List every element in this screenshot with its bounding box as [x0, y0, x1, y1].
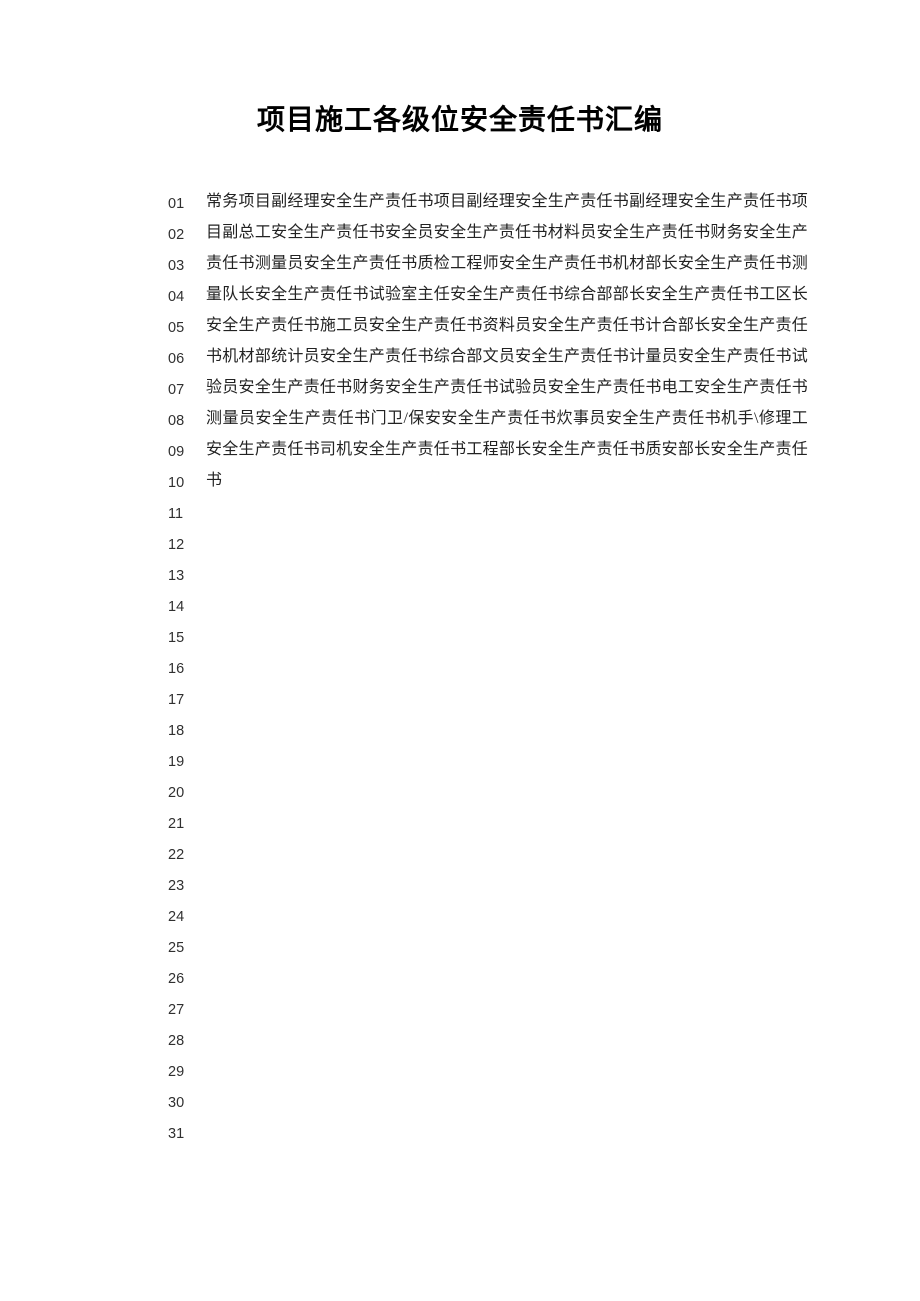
line-number: 30	[168, 1088, 196, 1119]
body-text: 常务项目副经理安全生产责任书项目副经理安全生产责任书副经理安全生产责任书项目副总…	[206, 186, 808, 496]
line-number: 26	[168, 964, 196, 995]
line-number: 21	[168, 809, 196, 840]
line-number: 20	[168, 778, 196, 809]
line-number: 15	[168, 623, 196, 654]
line-number: 03	[168, 251, 196, 282]
line-number: 24	[168, 902, 196, 933]
line-number: 18	[168, 716, 196, 747]
line-number: 14	[168, 592, 196, 623]
document-title: 项目施工各级位安全责任书汇编	[0, 98, 920, 138]
line-number: 16	[168, 654, 196, 685]
line-number: 13	[168, 561, 196, 592]
line-number: 09	[168, 437, 196, 468]
line-number: 25	[168, 933, 196, 964]
line-number: 10	[168, 468, 196, 499]
line-number: 29	[168, 1057, 196, 1088]
line-number: 22	[168, 840, 196, 871]
line-number: 11	[168, 499, 196, 530]
line-number: 07	[168, 375, 196, 406]
line-number: 12	[168, 530, 196, 561]
line-number: 23	[168, 871, 196, 902]
line-number: 04	[168, 282, 196, 313]
line-number: 02	[168, 220, 196, 251]
document-page: 项目施工各级位安全责任书汇编 0102030405060708091011121…	[0, 0, 920, 1301]
line-number: 19	[168, 747, 196, 778]
line-number: 31	[168, 1119, 196, 1150]
line-number: 05	[168, 313, 196, 344]
line-number: 28	[168, 1026, 196, 1057]
line-number: 08	[168, 406, 196, 437]
line-number: 01	[168, 189, 196, 220]
line-number-gutter: 0102030405060708091011121314151617181920…	[168, 189, 196, 1150]
document-body-area: 0102030405060708091011121314151617181920…	[168, 186, 808, 496]
line-number: 06	[168, 344, 196, 375]
line-number: 17	[168, 685, 196, 716]
line-number: 27	[168, 995, 196, 1026]
